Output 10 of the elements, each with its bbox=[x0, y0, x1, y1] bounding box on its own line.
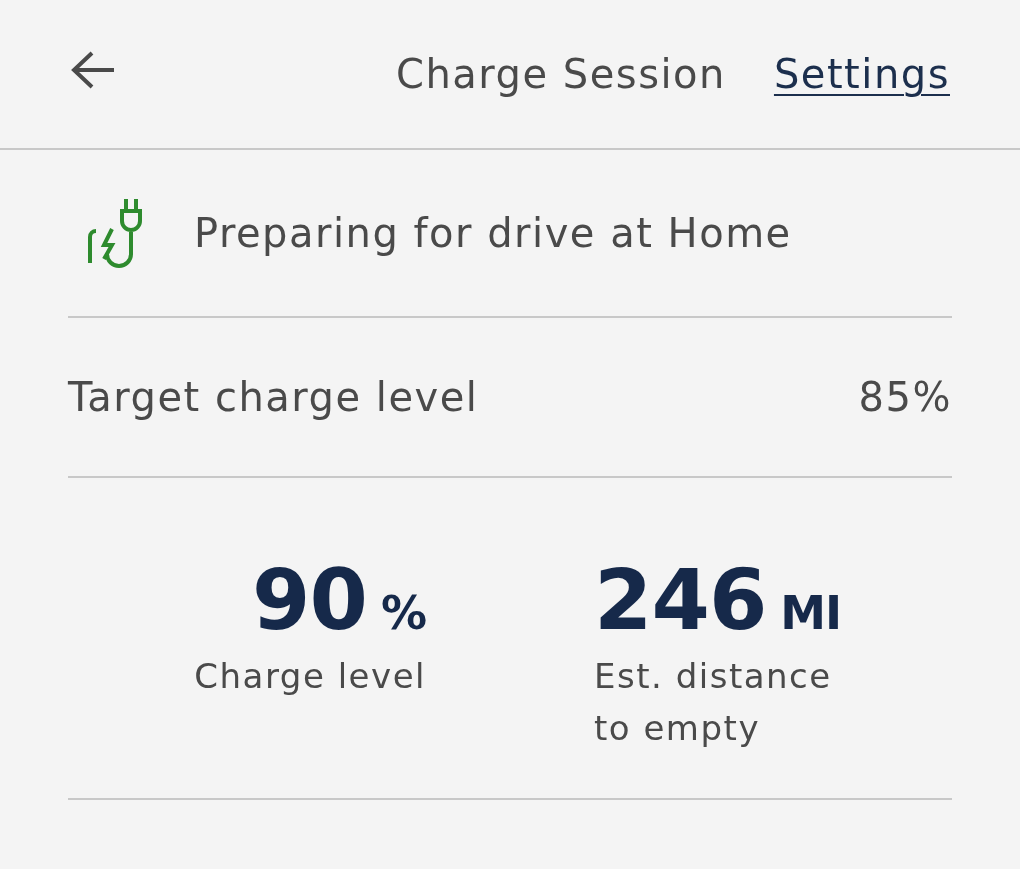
page-title: Charge Session bbox=[396, 51, 726, 97]
target-label: Target charge level bbox=[68, 374, 479, 420]
stat-value: 246 MI bbox=[594, 558, 843, 642]
status-text: Preparing for drive at Home bbox=[194, 210, 792, 256]
target-value: 85% bbox=[858, 374, 952, 420]
stat-label: Est. distance to empty bbox=[594, 655, 833, 750]
stat-label: Charge level bbox=[193, 655, 426, 698]
settings-link[interactable]: Settings bbox=[773, 51, 950, 97]
stat-value: 90 % bbox=[251, 558, 426, 642]
back-arrow-icon[interactable] bbox=[70, 50, 116, 90]
